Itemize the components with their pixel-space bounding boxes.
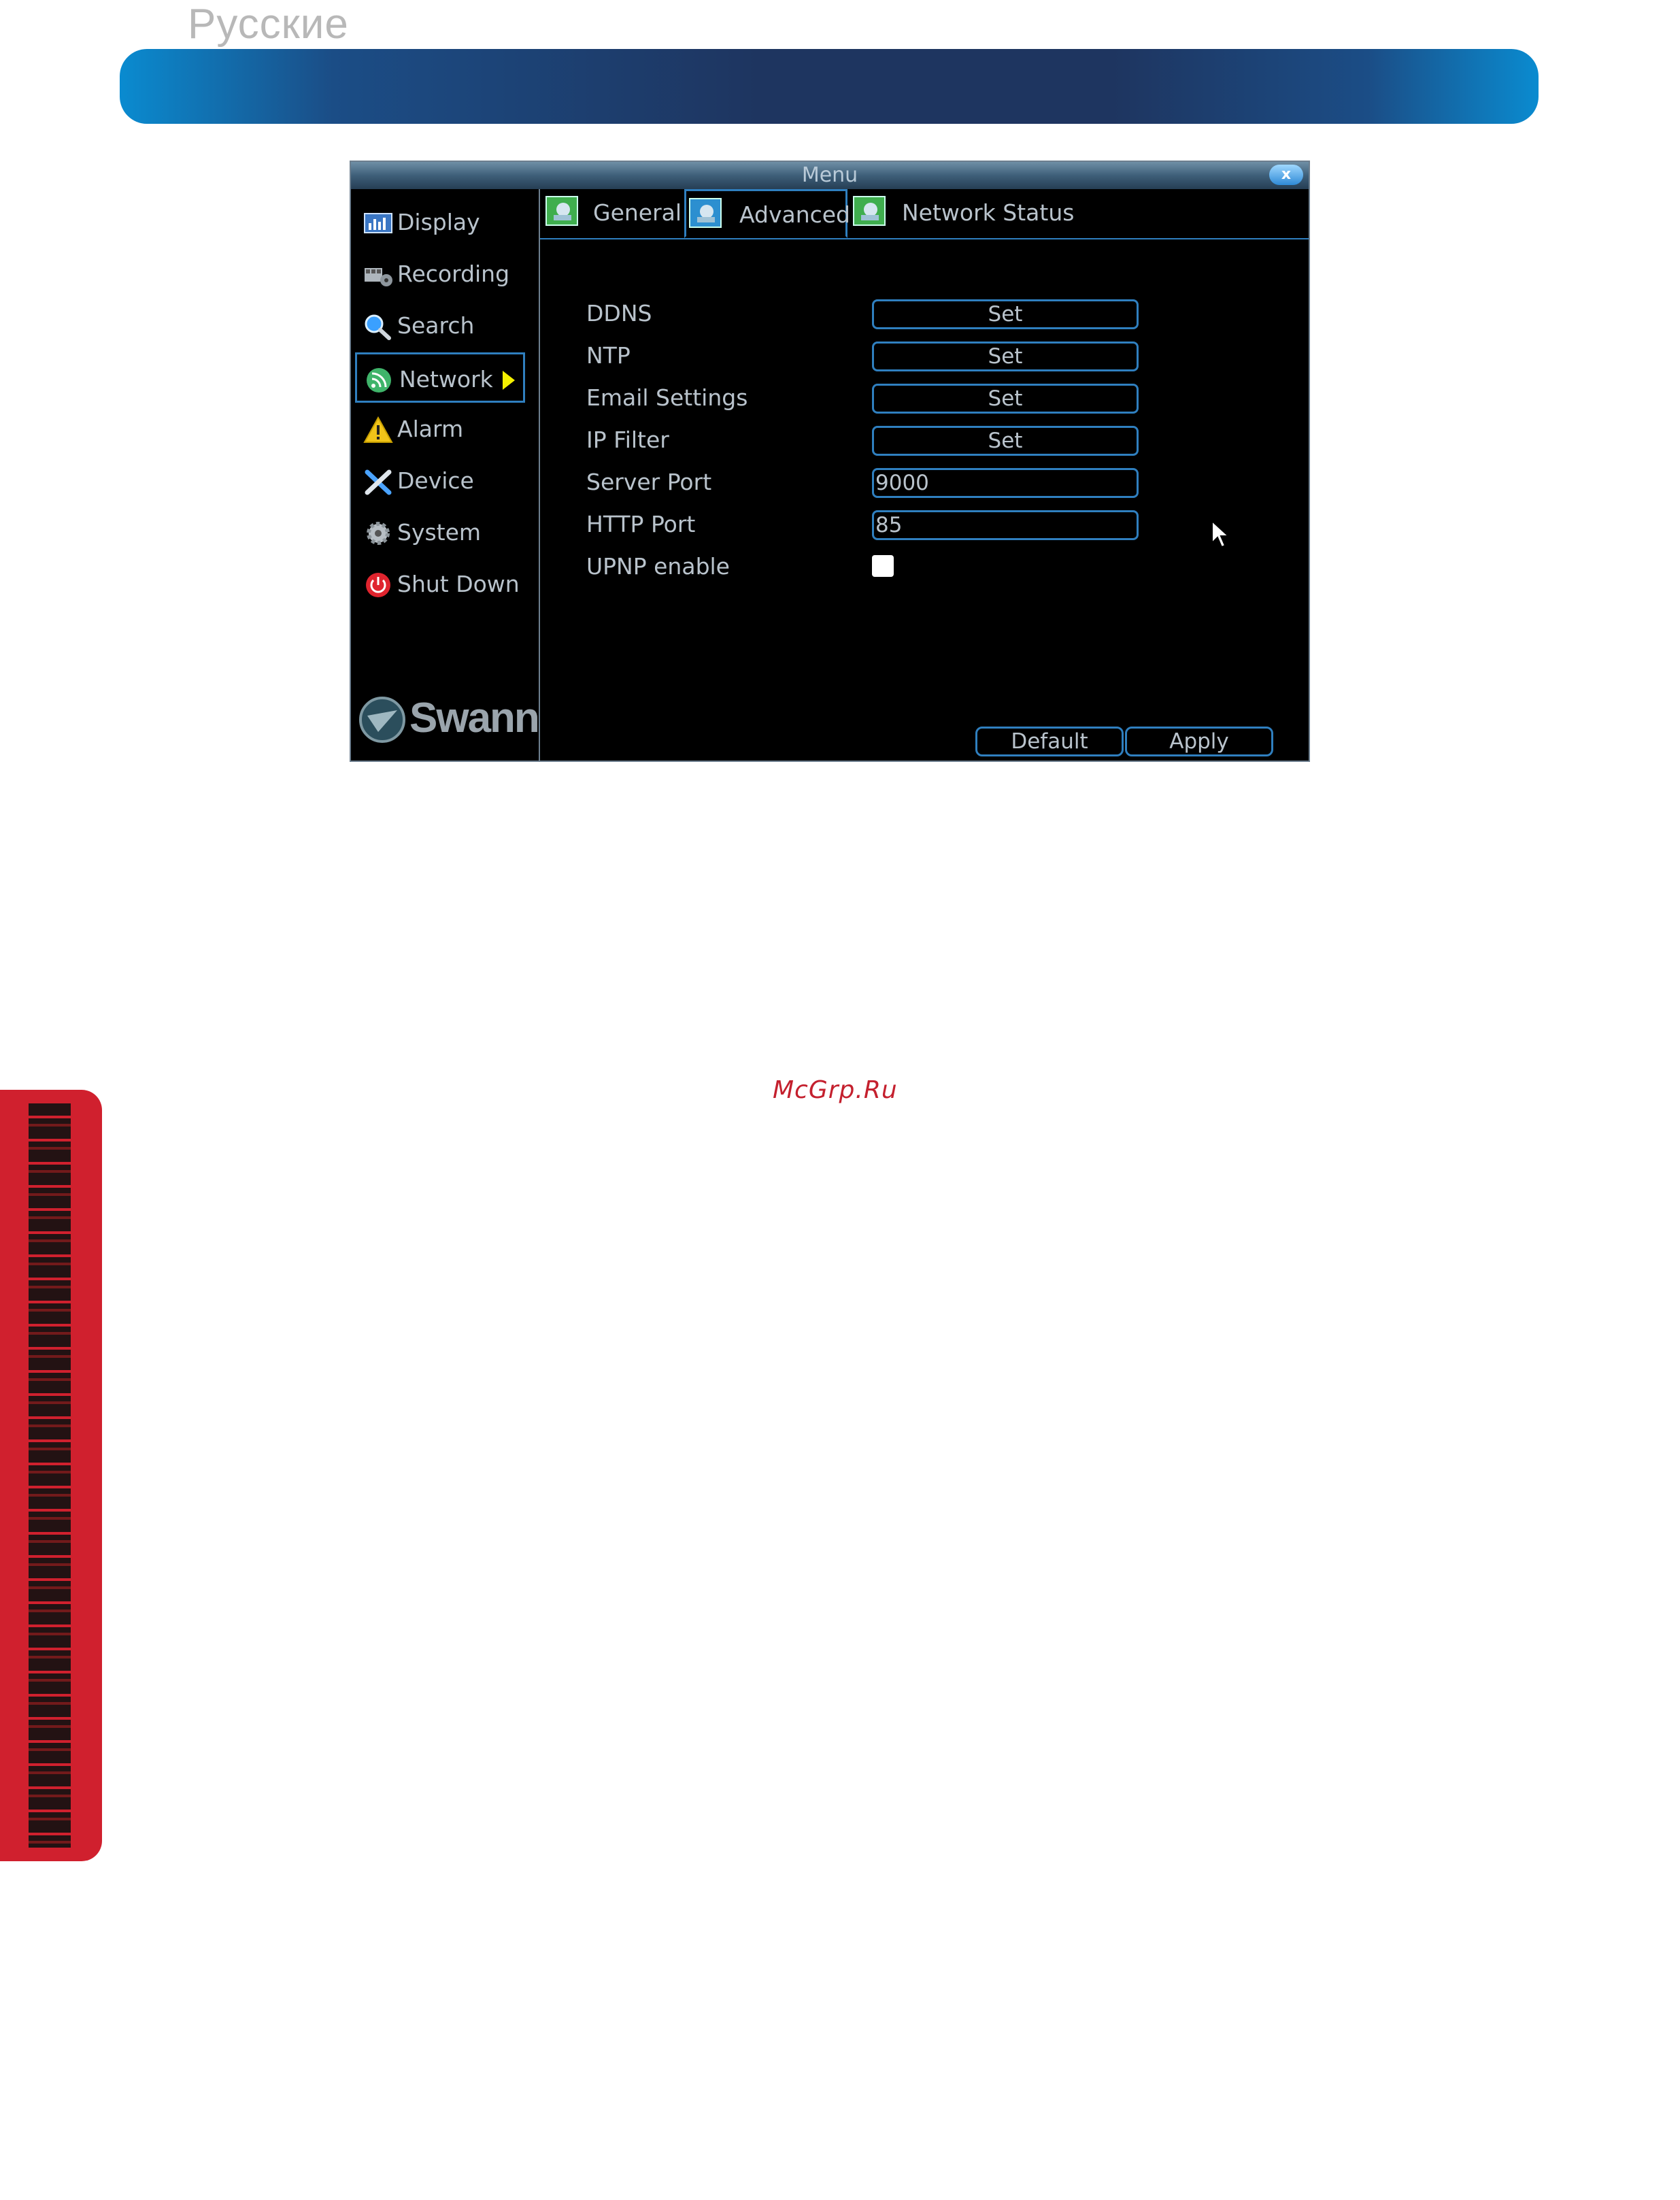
ip-filter-set-button[interactable]: Set [872, 426, 1139, 456]
apply-button[interactable]: Apply [1125, 727, 1273, 756]
sidebar-item-label: Device [397, 467, 474, 494]
sidebar-item-label: Display [397, 209, 480, 235]
menu-title: Menu [351, 162, 1309, 189]
side-tab-pattern [29, 1103, 71, 1848]
sidebar-item-label: Search [397, 312, 475, 339]
dvr-menu-window: Menu x Display Recording Search Network … [350, 161, 1310, 762]
swann-logo-icon [359, 697, 405, 743]
tab-advanced[interactable]: Advanced [684, 189, 851, 238]
ip-filter-label: IP Filter [586, 427, 669, 453]
network-status-tab-icon [853, 196, 886, 226]
sidebar-item-label: Recording [397, 261, 510, 287]
http-port-label: HTTP Port [586, 511, 696, 537]
red-side-tab [0, 1090, 102, 1861]
tab-general[interactable]: General [543, 189, 682, 237]
power-icon [366, 573, 390, 597]
tab-bar: General Advanced Network Status [540, 189, 1309, 239]
swann-logo: Swann [358, 693, 540, 747]
ddns-label: DDNS [586, 300, 652, 327]
header-banner [120, 49, 1539, 124]
close-button[interactable]: x [1269, 165, 1303, 185]
http-port-input[interactable]: 85 [872, 510, 1139, 540]
ddns-set-button[interactable]: Set [872, 299, 1139, 329]
sidebar-item-shut-down[interactable]: Shut Down [355, 559, 525, 610]
search-icon [365, 314, 391, 340]
tab-label: Advanced [739, 201, 851, 228]
email-settings-label: Email Settings [586, 384, 748, 411]
sidebar-item-alarm[interactable]: Alarm [355, 404, 525, 454]
system-icon [367, 522, 390, 545]
sidebar-item-system[interactable]: System [355, 507, 525, 558]
sidebar-item-display[interactable]: Display [355, 197, 525, 248]
email-settings-set-button[interactable]: Set [872, 384, 1139, 414]
sidebar-item-label: Alarm [397, 416, 464, 442]
network-icon [367, 368, 391, 393]
sidebar-item-label: System [397, 519, 482, 546]
general-tab-icon [545, 196, 578, 226]
advanced-tab-icon [689, 198, 722, 228]
sidebar-item-network[interactable]: Network [355, 352, 525, 403]
sidebar: Display Recording Search Network Alarm D… [351, 189, 540, 762]
display-icon [364, 213, 392, 233]
active-arrow-icon [503, 371, 515, 390]
upnp-enable-label: UPNP enable [586, 553, 730, 580]
alarm-icon [363, 416, 393, 443]
server-port-input[interactable]: 9000 [872, 468, 1139, 498]
ntp-set-button[interactable]: Set [872, 341, 1139, 371]
ntp-label: NTP [586, 342, 631, 369]
tab-label: Network Status [902, 199, 1075, 226]
tab-label: General [593, 199, 682, 226]
sidebar-item-recording[interactable]: Recording [355, 249, 525, 299]
logo-text: Swann [409, 695, 540, 741]
tab-network-status[interactable]: Network Status [850, 189, 1075, 237]
upnp-enable-checkbox[interactable] [872, 555, 894, 577]
sidebar-item-device[interactable]: Device [355, 456, 525, 506]
sidebar-item-label: Network [399, 366, 493, 393]
watermark: McGrp.Ru [773, 1076, 898, 1104]
default-button[interactable]: Default [975, 727, 1124, 756]
mouse-cursor-icon [1211, 520, 1230, 548]
sidebar-item-search[interactable]: Search [355, 301, 525, 351]
device-icon [365, 469, 392, 495]
sidebar-item-label: Shut Down [397, 571, 520, 597]
language-label: Русские [188, 1, 349, 48]
server-port-label: Server Port [586, 469, 712, 495]
recording-icon [365, 268, 392, 286]
